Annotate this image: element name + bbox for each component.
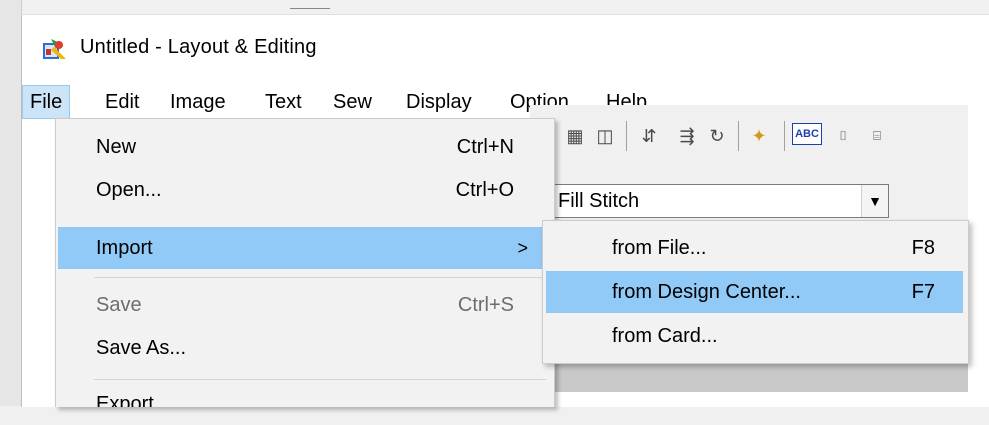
magic-wand-icon[interactable]: ✦ (746, 123, 772, 149)
desktop-background (0, 0, 989, 14)
toolbar-separator (626, 121, 627, 151)
text-arc-icon[interactable]: ⌷ (830, 123, 856, 149)
submenu-item-from-file[interactable]: from File... F8 (546, 227, 963, 269)
menu-item-open[interactable]: Open... Ctrl+O (58, 169, 550, 211)
menu-item-label: Save (96, 294, 142, 316)
left-window-edge (0, 0, 22, 406)
menu-separator (94, 277, 546, 278)
chevron-down-icon[interactable]: ▼ (861, 185, 888, 217)
menu-item-import[interactable]: Import > (58, 227, 550, 269)
rotate-icon[interactable]: ↻ (704, 123, 730, 149)
stitch-type-value: Fill Stitch (558, 190, 640, 212)
menu-item-save[interactable]: Save Ctrl+S (58, 284, 550, 326)
paste-icon[interactable]: ◫ (592, 123, 618, 149)
submenu-item-shortcut: F7 (911, 281, 935, 303)
menu-edit[interactable]: Edit (98, 85, 146, 119)
menu-item-new[interactable]: New Ctrl+N (58, 126, 550, 168)
import-submenu: from File... F8 from Design Center... F7… (542, 220, 969, 364)
window-title: Untitled - Layout & Editing (80, 36, 317, 58)
app-icon (43, 39, 66, 59)
menu-item-shortcut: Ctrl+S (457, 294, 514, 316)
copy-icon[interactable]: ▦ (562, 123, 588, 149)
menu-item-label: New (96, 136, 137, 158)
menu-image[interactable]: Image (163, 85, 233, 119)
background-divider (290, 8, 330, 9)
menu-item-label: Save As... (96, 337, 187, 359)
menu-separator (94, 379, 546, 380)
menu-display[interactable]: Display (399, 85, 479, 119)
submenu-item-label: from File... (612, 237, 707, 259)
submenu-item-from-card[interactable]: from Card... (546, 315, 963, 357)
flip-vertical-icon[interactable]: ⇵ (636, 123, 662, 149)
menu-sew[interactable]: Sew (326, 85, 379, 119)
menu-item-save-as[interactable]: Save As... (58, 327, 550, 369)
menu-item-shortcut: Ctrl+O (455, 179, 514, 201)
stitch-type-select[interactable]: Fill Stitch ▼ (549, 184, 889, 218)
menu-item-shortcut: Ctrl+N (456, 136, 514, 158)
toolbar-separator (784, 121, 785, 151)
file-menu-dropdown: New Ctrl+N Open... Ctrl+O Import > Save … (55, 118, 555, 407)
submenu-item-label: from Design Center... (612, 281, 801, 303)
menu-text[interactable]: Text (258, 85, 309, 119)
menu-item-label: Export (96, 393, 154, 415)
submenu-item-label: from Card... (612, 325, 718, 347)
flip-horizontal-icon[interactable]: ⇶ (674, 123, 700, 149)
menu-item-export[interactable]: Export (58, 383, 550, 415)
menu-item-label: Import (96, 237, 153, 259)
chevron-right-icon: > (517, 238, 528, 258)
toolbar-separator (738, 121, 739, 151)
submenu-item-shortcut: F8 (911, 237, 935, 259)
title-bar: Untitled - Layout & Editing (22, 15, 989, 75)
menu-file[interactable]: File (22, 85, 71, 119)
submenu-item-from-design-center[interactable]: from Design Center... F7 (546, 271, 963, 313)
menu-item-label: Open... (96, 179, 162, 201)
text-abc-icon[interactable]: ABC (792, 123, 822, 145)
text-vertical-icon[interactable]: ⌸ (864, 123, 890, 149)
